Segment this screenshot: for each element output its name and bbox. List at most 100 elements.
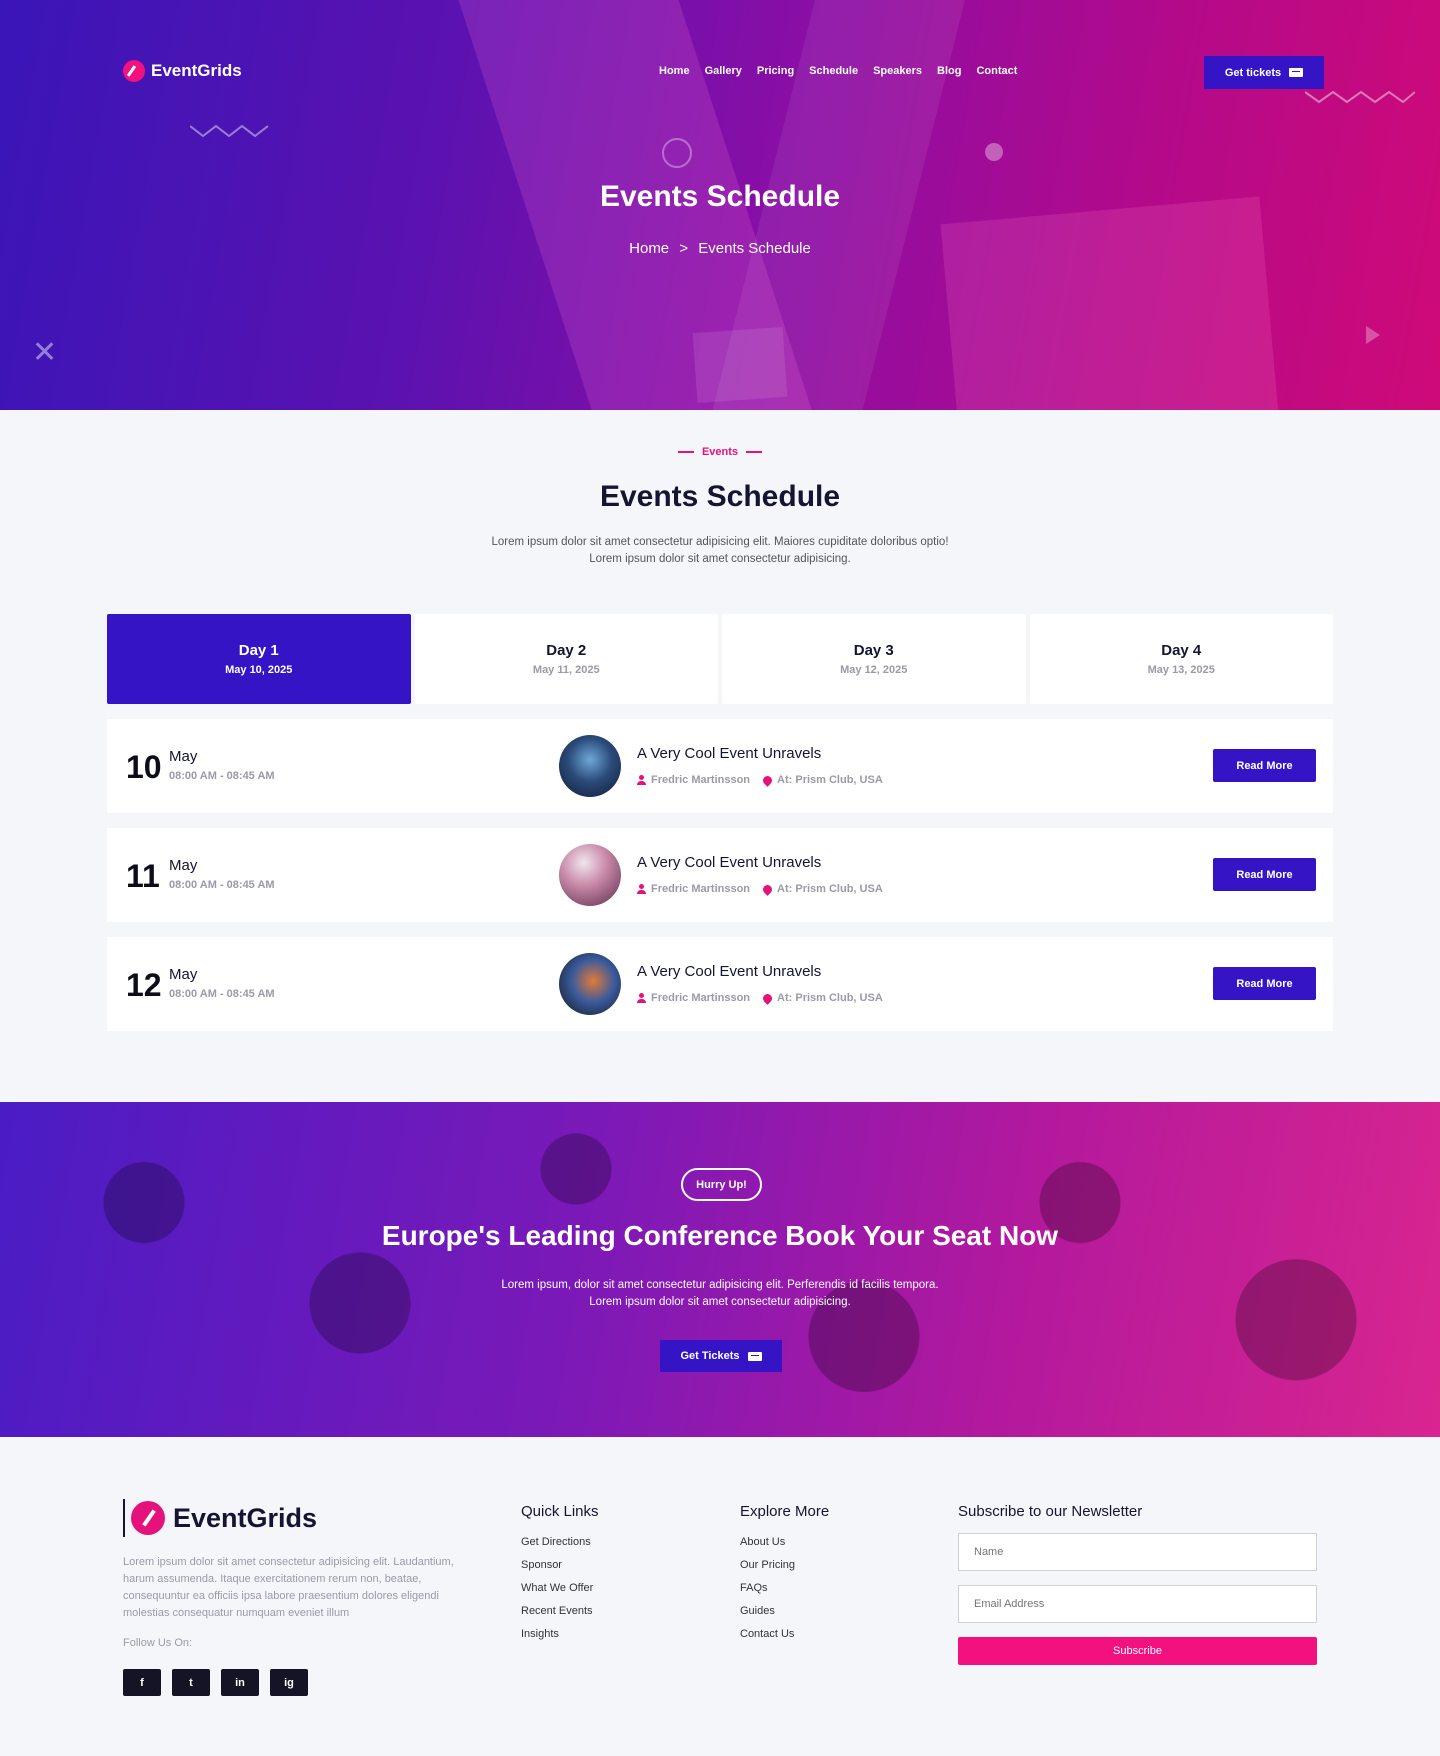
event-meta: Fredric Martinsson At: Prism Club, USA: [637, 991, 883, 1005]
subscribe-button[interactable]: Subscribe: [958, 1637, 1317, 1665]
event-thumbnail: [559, 844, 621, 906]
triangle-shape: [1366, 326, 1380, 344]
linkedin-icon[interactable]: in: [221, 1669, 259, 1696]
location-pin-icon: [761, 991, 774, 1005]
read-more-button[interactable]: Read More: [1213, 967, 1316, 1000]
cta-desc-line-1: Lorem ipsum, dolor sit amet consectetur …: [501, 1279, 939, 1291]
event-location: At: Prism Club, USA: [777, 883, 883, 895]
tab-date: May 11, 2025: [532, 664, 600, 676]
explore-more-title: Explore More: [740, 1503, 830, 1520]
event-list: 10 May 08:00 AM - 08:45 AM A Very Cool E…: [107, 719, 1333, 1031]
event-meta: Fredric Martinsson At: Prism Club, USA: [637, 882, 883, 896]
event-time: 08:00 AM - 08:45 AM: [169, 879, 275, 891]
breadcrumb-current: Events Schedule: [698, 240, 811, 257]
user-icon: [637, 884, 646, 894]
nav-home[interactable]: Home: [659, 65, 690, 77]
read-more-button[interactable]: Read More: [1213, 749, 1316, 782]
tab-label: Day 4: [1161, 642, 1202, 659]
footer-link[interactable]: Recent Events: [521, 1605, 599, 1617]
footer-link[interactable]: Get Directions: [521, 1536, 599, 1548]
footer-link[interactable]: FAQs: [740, 1582, 829, 1594]
tab-day-4[interactable]: Day 4 May 13, 2025: [1029, 614, 1333, 704]
event-row: 11 May 08:00 AM - 08:45 AM A Very Cool E…: [107, 828, 1333, 922]
tab-label: Day 3: [853, 642, 894, 659]
breadcrumb: Home > Events Schedule: [0, 240, 1440, 257]
footer-link[interactable]: Contact Us: [740, 1628, 829, 1640]
footer-link[interactable]: About Us: [740, 1536, 829, 1548]
event-title[interactable]: A Very Cool Event Unravels: [637, 963, 821, 980]
crowd-background: [0, 1102, 1440, 1437]
cta-button-label: Get Tickets: [680, 1350, 740, 1362]
eyebrow-dash: [746, 451, 763, 453]
footer-link[interactable]: Sponsor: [521, 1559, 599, 1571]
newsletter-title: Subscribe to our Newsletter: [958, 1503, 1143, 1520]
footer-link[interactable]: Guides: [740, 1605, 829, 1617]
tab-label: Day 2: [546, 642, 587, 659]
site-footer: EventGrids Lorem ipsum dolor sit amet co…: [0, 1437, 1440, 1756]
tab-day-2[interactable]: Day 2 May 11, 2025: [414, 614, 718, 704]
nav-speakers[interactable]: Speakers: [873, 65, 922, 77]
footer-link[interactable]: Insights: [521, 1628, 599, 1640]
nav-schedule[interactable]: Schedule: [809, 65, 858, 77]
ticket-icon: [1289, 68, 1304, 77]
events-section: Events Events Schedule Lorem ipsum dolor…: [0, 410, 1440, 1102]
newsletter-email-input[interactable]: [958, 1585, 1317, 1623]
nav-blog[interactable]: Blog: [937, 65, 961, 77]
cta-get-tickets-button[interactable]: Get Tickets: [660, 1340, 782, 1372]
tab-label: Day 1: [238, 642, 279, 659]
event-day: 11: [126, 858, 160, 894]
desc-line-2: Lorem ipsum dolor sit amet consectetur a…: [589, 553, 851, 565]
tab-day-3[interactable]: Day 3 May 12, 2025: [722, 614, 1026, 704]
hero-banner: ✕ EventGrids Home Gallery Pricing Schedu…: [0, 0, 1440, 410]
section-description: Lorem ipsum dolor sit amet consectetur a…: [0, 534, 1440, 568]
cta-banner: Hurry Up! Europe's Leading Conference Bo…: [0, 1102, 1440, 1437]
instagram-icon[interactable]: ig: [270, 1669, 308, 1696]
footer-link[interactable]: What We Offer: [521, 1582, 599, 1594]
get-tickets-label: Get tickets: [1224, 66, 1282, 79]
get-tickets-button[interactable]: Get tickets: [1204, 56, 1324, 89]
section-title: Events Schedule: [599, 480, 841, 513]
user-icon: [637, 993, 646, 1003]
nav-pricing[interactable]: Pricing: [757, 65, 794, 77]
footer-link[interactable]: Our Pricing: [740, 1559, 829, 1571]
facebook-icon[interactable]: f: [123, 1669, 161, 1696]
nav-gallery[interactable]: Gallery: [705, 65, 742, 77]
tab-date: May 10, 2025: [225, 664, 293, 676]
event-thumbnail: [559, 735, 621, 797]
event-location: At: Prism Club, USA: [777, 992, 883, 1004]
read-more-button[interactable]: Read More: [1213, 858, 1316, 891]
event-title[interactable]: A Very Cool Event Unravels: [637, 745, 821, 762]
zigzag-shape: [190, 124, 269, 138]
quick-links-column: Quick Links Get Directions Sponsor What …: [521, 1503, 599, 1651]
event-meta: Fredric Martinsson At: Prism Club, USA: [637, 773, 883, 787]
day-tabs: Day 1 May 10, 2025 Day 2 May 11, 2025 Da…: [107, 614, 1333, 704]
newsletter-name-input[interactable]: [958, 1533, 1317, 1571]
page-title: Events Schedule: [599, 180, 841, 213]
event-speaker: Fredric Martinsson: [651, 883, 751, 895]
hurry-badge: Hurry Up!: [681, 1168, 762, 1201]
ticket-icon: [747, 1351, 762, 1361]
event-time: 08:00 AM - 08:45 AM: [169, 988, 275, 1000]
zigzag-shape: [1305, 90, 1415, 104]
event-row: 10 May 08:00 AM - 08:45 AM A Very Cool E…: [107, 719, 1333, 813]
top-nav: EventGrids Home Gallery Pricing Schedule…: [0, 56, 1440, 90]
tab-date: May 12, 2025: [840, 664, 908, 676]
event-title[interactable]: A Very Cool Event Unravels: [637, 854, 821, 871]
eyebrow-label: Events: [701, 446, 739, 458]
breadcrumb-home[interactable]: Home: [629, 240, 669, 257]
footer-logo[interactable]: EventGrids: [123, 1499, 317, 1537]
dot-shape: [985, 143, 1003, 161]
brand-name: EventGrids: [151, 61, 242, 80]
brand-logo[interactable]: EventGrids: [123, 60, 242, 82]
cta-title: Europe's Leading Conference Book Your Se…: [381, 1220, 1059, 1251]
event-month: May: [169, 966, 198, 983]
cta-desc-line-2: Lorem ipsum dolor sit amet consectetur a…: [589, 1296, 851, 1308]
quick-links-title: Quick Links: [521, 1503, 599, 1520]
microphone-logo-icon: [123, 60, 145, 82]
main-menu: Home Gallery Pricing Schedule Speakers B…: [659, 65, 1017, 77]
twitter-icon[interactable]: t: [172, 1669, 210, 1696]
nav-contact[interactable]: Contact: [976, 65, 1017, 77]
event-thumbnail: [559, 953, 621, 1015]
event-speaker: Fredric Martinsson: [651, 992, 751, 1004]
tab-day-1[interactable]: Day 1 May 10, 2025: [107, 614, 411, 704]
